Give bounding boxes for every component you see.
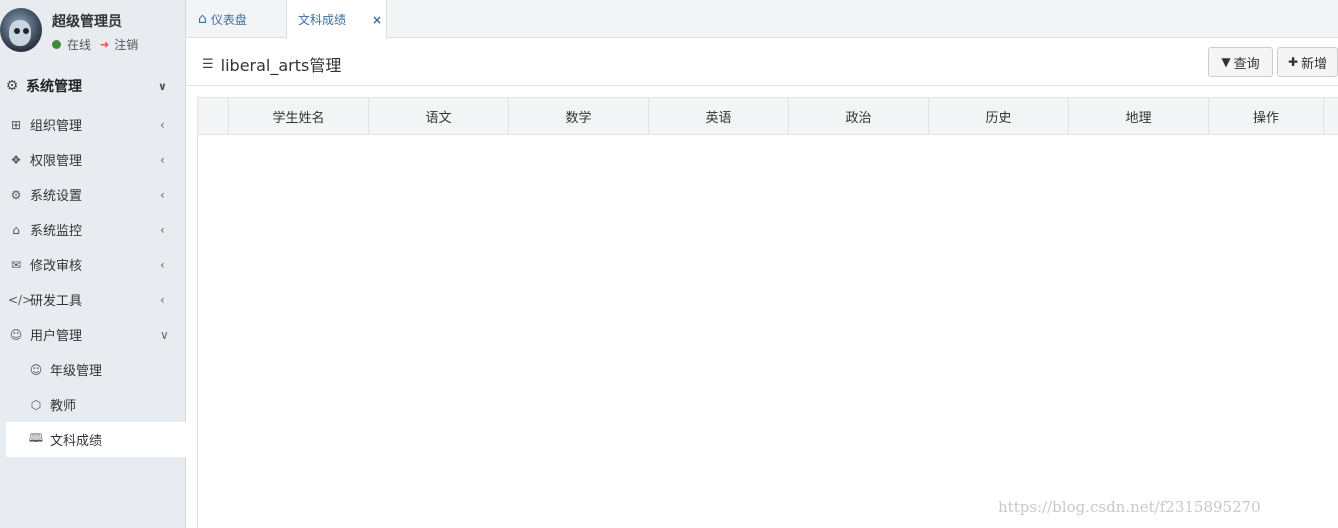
query-button-label: 查询 xyxy=(1233,56,1260,72)
data-table: 学生姓名 语文 数学 英语 政治 历史 地理 操作 xyxy=(197,97,1338,528)
sidebar-item-label: 系统监控 xyxy=(30,224,83,239)
filter-icon: ▼ xyxy=(1221,55,1231,69)
logout-icon[interactable]: ➜ xyxy=(100,38,109,51)
gear-icon: ⚙ xyxy=(10,187,22,202)
sidebar-subitem-label: 文科成绩 xyxy=(50,434,103,449)
sidebar-item-label: 组织管理 xyxy=(30,119,83,134)
column-header[interactable]: 操作 xyxy=(1209,98,1324,134)
sidebar-subitem-teacher[interactable]: ⬡ 教师 xyxy=(0,387,186,422)
menu-header-system[interactable]: ⚙ 系统管理 ∨ xyxy=(0,70,186,102)
page-title-text: liberal_arts管理 xyxy=(220,56,342,75)
column-header[interactable]: 语文 xyxy=(369,98,509,134)
chevron-left-icon: ‹ xyxy=(160,187,165,202)
page-title: ☰ liberal_arts管理 xyxy=(202,52,341,76)
chevron-left-icon: ‹ xyxy=(160,257,165,272)
envelope-open-icon: ✉ xyxy=(10,257,22,272)
plus-icon: ✚ xyxy=(1287,55,1299,69)
dropbox-icon: ❖ xyxy=(10,152,22,167)
sidebar-item-org[interactable]: ⊞ 组织管理 ‹ xyxy=(0,107,186,142)
chevron-down-icon: ∨ xyxy=(160,327,169,342)
chevron-down-icon: ∨ xyxy=(158,79,167,93)
tab-dashboard[interactable]: ⌂ 仪表盘 xyxy=(186,0,286,38)
online-dot-icon xyxy=(52,40,61,49)
layers-icon: ⬡ xyxy=(30,397,42,412)
online-status: 在线 xyxy=(67,38,92,52)
logout-link[interactable]: 注销 xyxy=(114,36,138,53)
sidebar-item-label: 修改审核 xyxy=(30,259,83,274)
home-icon: ⌂ xyxy=(198,11,207,27)
list-icon: ☰ xyxy=(202,56,214,72)
grid-icon: ⊞ xyxy=(10,117,22,132)
code-icon: </> xyxy=(8,292,33,307)
user-icon: ☺ xyxy=(29,362,43,377)
sidebar-item-users[interactable]: ☺ 用户管理 ∨ xyxy=(0,317,186,352)
user-status: 在线 ➜ 注销 xyxy=(52,36,138,53)
sidebar-item-permission[interactable]: ❖ 权限管理 ‹ xyxy=(0,142,186,177)
ghost-icon: ⌂ xyxy=(12,222,20,237)
sidebar-item-devtools[interactable]: </> 研发工具 ‹ xyxy=(0,282,186,317)
tab-label: 仪表盘 xyxy=(210,12,247,27)
add-button-label: 新增 xyxy=(1301,56,1328,72)
query-button[interactable]: ▼ 查询 xyxy=(1208,47,1273,77)
content-header: ☰ liberal_arts管理 ▼ 查询 ✚ 新增 xyxy=(186,38,1338,86)
column-header[interactable]: 学生姓名 xyxy=(229,98,369,134)
sidebar-subitem-label: 年级管理 xyxy=(50,364,103,379)
book-icon: 🕮 xyxy=(28,431,44,445)
tab-label: 文科成绩 xyxy=(298,13,347,27)
chevron-left-icon: ‹ xyxy=(160,117,165,132)
sidebar-item-label: 研发工具 xyxy=(30,294,83,309)
sidebar-subitem-grade[interactable]: ☺ 年级管理 xyxy=(0,352,186,387)
column-header[interactable]: 地理 xyxy=(1069,98,1209,134)
sidebar-item-audit[interactable]: ✉ 修改审核 ‹ xyxy=(0,247,186,282)
sidebar-item-label: 用户管理 xyxy=(30,329,83,344)
select-column-header[interactable] xyxy=(198,98,229,134)
add-button[interactable]: ✚ 新增 xyxy=(1277,47,1338,77)
chevron-left-icon: ‹ xyxy=(160,152,165,167)
chevron-left-icon: ‹ xyxy=(160,292,165,307)
avatar xyxy=(0,8,42,52)
chevron-left-icon: ‹ xyxy=(160,222,165,237)
column-header[interactable]: 英语 xyxy=(649,98,789,134)
sidebar-subitem-label: 教师 xyxy=(50,399,77,414)
column-header[interactable]: 政治 xyxy=(789,98,929,134)
sidebar: 超级管理员 在线 ➜ 注销 ⚙ 系统管理 ∨ ⊞ 组织管理 ‹ ❖ 权限管理 ‹… xyxy=(0,0,186,528)
user-name: 超级管理员 xyxy=(52,14,122,30)
column-header[interactable]: 数学 xyxy=(509,98,649,134)
sidebar-item-settings[interactable]: ⚙ 系统设置 ‹ xyxy=(0,177,186,212)
close-icon[interactable]: × xyxy=(372,13,382,27)
column-header[interactable]: 历史 xyxy=(929,98,1069,134)
user-icon: ☺ xyxy=(9,327,23,342)
watermark: https://blog.csdn.net/f2315895270 xyxy=(998,498,1261,516)
menu-header-label: 系统管理 xyxy=(26,79,82,95)
table-header: 学生姓名 语文 数学 英语 政治 历史 地理 操作 xyxy=(198,97,1338,135)
sidebar-subitem-liberal-arts[interactable]: 🕮 文科成绩 xyxy=(6,422,186,457)
sidebar-item-monitor[interactable]: ⌂ 系统监控 ‹ xyxy=(0,212,186,247)
tab-liberal-arts[interactable]: 文科成绩 × xyxy=(286,0,387,39)
sidebar-item-label: 系统设置 xyxy=(30,189,83,204)
gear-icon: ⚙ xyxy=(5,78,19,94)
sidebar-item-label: 权限管理 xyxy=(30,154,83,169)
tab-bar: ⌂ 仪表盘 文科成绩 × xyxy=(186,0,1338,39)
user-panel: 超级管理员 在线 ➜ 注销 xyxy=(0,0,186,64)
